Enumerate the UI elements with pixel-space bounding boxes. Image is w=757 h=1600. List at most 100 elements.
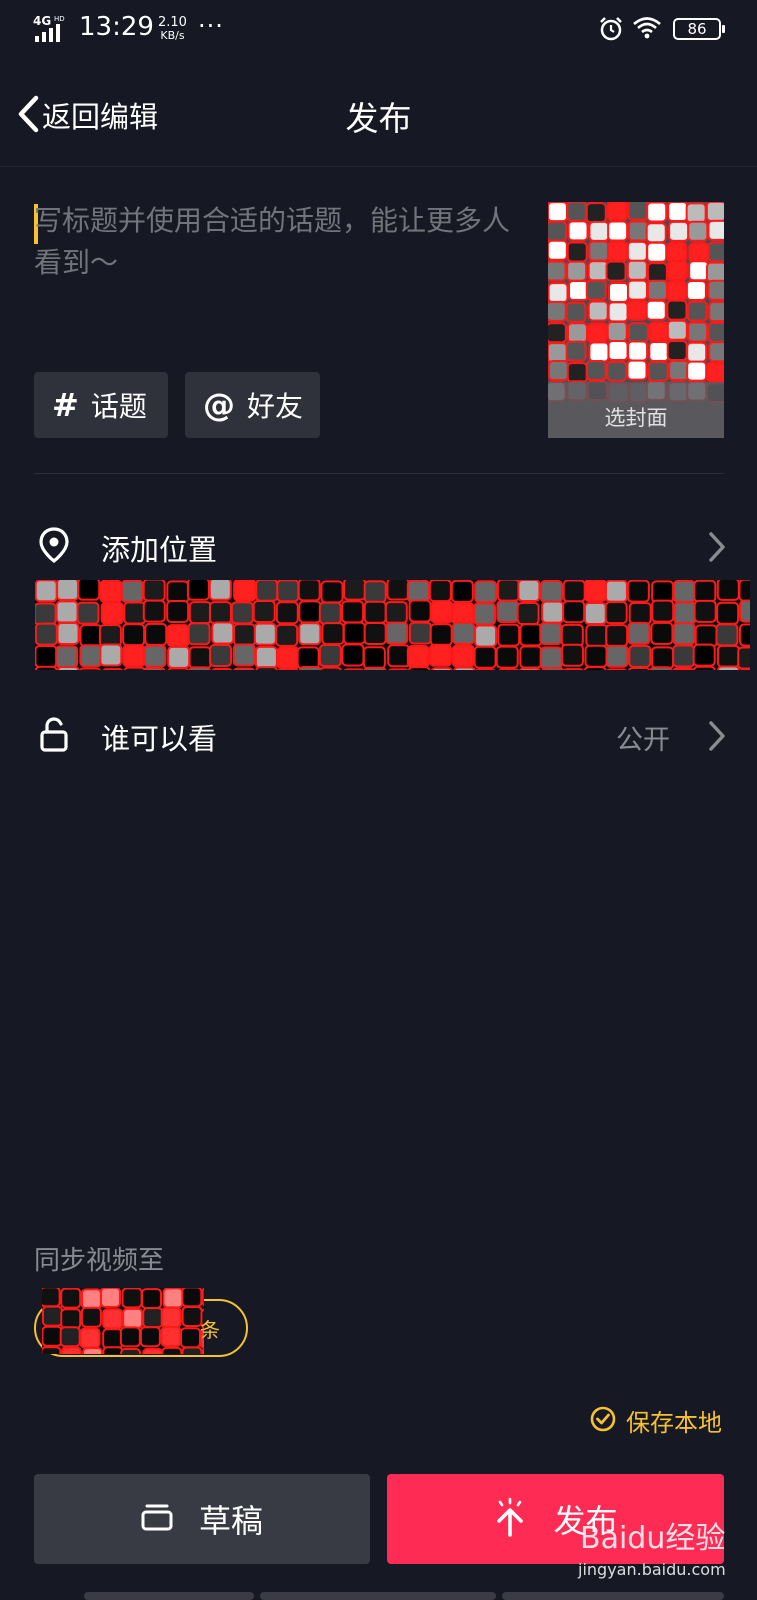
bottom-bar-segment bbox=[84, 1592, 254, 1600]
mosaic-cell bbox=[668, 220, 690, 242]
select-cover-label[interactable]: 选封面 bbox=[548, 402, 724, 432]
mosaic-cell bbox=[79, 667, 101, 670]
mosaic-cell bbox=[363, 622, 387, 646]
mosaic-cell bbox=[408, 621, 432, 645]
location-suggestions-strip[interactable] bbox=[35, 580, 750, 670]
publish-arrow-icon bbox=[493, 1497, 527, 1541]
mosaic-cell bbox=[646, 279, 668, 301]
mosaic-cell bbox=[607, 301, 629, 323]
mosaic-cell bbox=[548, 342, 568, 364]
mosaic-cell bbox=[35, 644, 58, 668]
mosaic-cell bbox=[188, 646, 212, 670]
mosaic-cell bbox=[646, 202, 668, 223]
mosaic-cell bbox=[255, 666, 278, 670]
mosaic-cell bbox=[144, 622, 168, 646]
draft-button[interactable]: 草稿 bbox=[34, 1474, 370, 1564]
mosaic-cell bbox=[562, 668, 584, 670]
mosaic-cell bbox=[55, 600, 79, 624]
mosaic-cell bbox=[35, 665, 58, 670]
mosaic-cell bbox=[694, 624, 718, 648]
mosaic-cell bbox=[673, 601, 697, 625]
draft-label: 草稿 bbox=[198, 1502, 263, 1540]
mosaic-cell bbox=[692, 643, 716, 667]
mosaic-cell bbox=[451, 644, 475, 668]
mosaic-cell bbox=[42, 1305, 63, 1327]
mosaic-cell bbox=[388, 668, 409, 670]
mosaic-cell bbox=[626, 240, 648, 262]
mosaic-cell bbox=[588, 341, 610, 363]
mosaic-cell bbox=[255, 580, 279, 602]
mosaic-cell bbox=[80, 1288, 102, 1310]
mosaic-cell bbox=[166, 580, 190, 604]
location-pin-icon bbox=[36, 527, 72, 564]
mosaic-cell bbox=[142, 580, 166, 602]
mosaic-cell bbox=[651, 599, 675, 623]
mosaic-cell bbox=[627, 220, 649, 242]
page-title: 发布 bbox=[345, 99, 412, 138]
mosaic-cell bbox=[142, 599, 166, 623]
wifi-icon bbox=[632, 16, 662, 40]
mention-friend-button[interactable]: @ 好友 bbox=[185, 372, 320, 438]
save-local-toggle[interactable]: 保存本地 bbox=[590, 1403, 722, 1438]
at-icon: @ bbox=[203, 386, 235, 424]
poi-mosaic-image bbox=[35, 580, 750, 670]
mosaic-cell bbox=[548, 300, 567, 322]
mosaic-cell bbox=[519, 645, 543, 669]
mosaic-cell bbox=[627, 621, 651, 645]
mosaic-cell bbox=[686, 360, 708, 382]
mosaic-cell bbox=[181, 1305, 203, 1327]
mosaic-cell bbox=[298, 622, 322, 646]
mosaic-cell bbox=[139, 1326, 161, 1348]
mosaic-cell bbox=[548, 202, 568, 223]
mosaic-cell bbox=[233, 667, 255, 670]
mosaic-cell bbox=[253, 622, 277, 646]
section-divider bbox=[34, 473, 724, 474]
mosaic-cell bbox=[122, 623, 146, 647]
mosaic-cell bbox=[605, 260, 627, 282]
mosaic-cell bbox=[55, 645, 79, 669]
visibility-row[interactable]: 谁可以看 公开 bbox=[34, 704, 725, 764]
mosaic-cell bbox=[252, 599, 276, 623]
mosaic-cell bbox=[707, 219, 724, 241]
mosaic-cell bbox=[672, 580, 696, 603]
mosaic-cell bbox=[363, 580, 387, 604]
topic-button[interactable]: # 话题 bbox=[34, 372, 168, 438]
sync-video-label: 同步视频至 bbox=[34, 1246, 165, 1276]
mosaic-cell bbox=[672, 667, 695, 670]
clock: 13:29 bbox=[79, 12, 154, 42]
battery-indicator: 86 bbox=[673, 18, 725, 40]
mosaic-cell bbox=[99, 643, 123, 667]
mosaic-cell bbox=[450, 580, 474, 603]
title-input[interactable]: 写标题并使用合适的话题，能让更多人看到～ bbox=[34, 200, 514, 310]
mosaic-cell bbox=[649, 666, 673, 670]
mosaic-cell bbox=[708, 301, 724, 323]
mosaic-cell bbox=[627, 202, 649, 221]
mosaic-cell bbox=[648, 341, 670, 363]
mosaic-cell bbox=[651, 646, 675, 670]
cellular-signal-icon: 4G HD bbox=[33, 14, 69, 44]
mosaic-cell bbox=[161, 1346, 183, 1354]
mosaic-cell bbox=[566, 322, 588, 344]
mosaic-cell bbox=[142, 1347, 164, 1354]
mosaic-cell bbox=[430, 667, 453, 670]
mosaic-cell bbox=[737, 646, 750, 670]
mosaic-cell bbox=[562, 600, 586, 624]
header-divider bbox=[0, 166, 757, 167]
add-location-row[interactable]: 添加位置 bbox=[34, 515, 725, 575]
mosaic-cell bbox=[181, 1346, 203, 1354]
mosaic-cell bbox=[628, 644, 652, 668]
mosaic-cell bbox=[586, 322, 608, 344]
visibility-label: 谁可以看 bbox=[101, 722, 218, 756]
mosaic-cell bbox=[685, 279, 707, 301]
check-circle-icon bbox=[590, 1406, 616, 1436]
mosaic-cell bbox=[120, 580, 144, 603]
save-local-label: 保存本地 bbox=[626, 1409, 722, 1437]
mosaic-cell bbox=[496, 580, 520, 602]
mosaic-cell bbox=[143, 666, 166, 670]
mosaic-cell bbox=[100, 601, 124, 625]
mosaic-cell bbox=[363, 600, 387, 624]
mosaic-cell bbox=[587, 300, 609, 322]
mosaic-cell bbox=[99, 580, 123, 603]
alarm-icon bbox=[598, 16, 624, 42]
mosaic-cell bbox=[605, 624, 629, 648]
